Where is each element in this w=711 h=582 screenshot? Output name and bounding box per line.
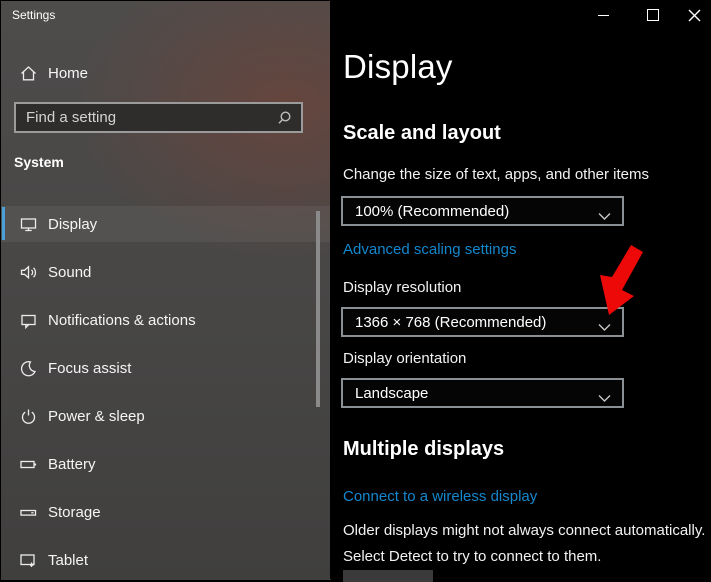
sidebar-item-sound[interactable]: Sound <box>1 254 331 290</box>
sidebar: Settings Home System Display Sound Notif… <box>0 0 331 580</box>
sidebar-item-battery[interactable]: Battery <box>1 446 331 482</box>
display-resolution-label: Display resolution <box>343 279 462 296</box>
sidebar-item-display[interactable]: Display <box>1 206 331 242</box>
older-displays-note: Older displays might not always connect … <box>343 522 706 565</box>
scale-dropdown[interactable]: 100% (Recommended) <box>341 196 624 226</box>
page-title: Display <box>343 48 453 85</box>
sidebar-item-focus-assist[interactable]: Focus assist <box>1 350 331 386</box>
focus-assist-icon <box>18 358 38 378</box>
close-button[interactable] <box>679 0 709 30</box>
scale-and-layout-heading: Scale and layout <box>343 122 501 144</box>
maximize-icon <box>647 9 659 21</box>
search-icon[interactable] <box>276 110 293 132</box>
sidebar-item-label: Sound <box>48 263 92 281</box>
sidebar-item-storage[interactable]: Storage <box>1 494 331 530</box>
connect-wireless-display-link[interactable]: Connect to a wireless display <box>343 488 537 505</box>
search-input[interactable] <box>16 104 301 131</box>
chevron-down-icon <box>598 319 611 337</box>
sidebar-item-label: Tablet <box>48 551 89 569</box>
sidebar-item-label: Storage <box>48 503 101 521</box>
main-content: Display Scale and layout Change the size… <box>330 0 711 582</box>
battery-icon <box>18 454 38 474</box>
storage-icon <box>18 502 38 522</box>
home-icon <box>18 63 38 83</box>
display-resolution-dropdown[interactable]: 1366 × 768 (Recommended) <box>341 307 624 337</box>
sidebar-item-label: Power & sleep <box>48 407 145 425</box>
display-orientation-dropdown-value: Landscape <box>355 384 429 402</box>
tablet-icon <box>18 550 38 570</box>
sidebar-item-label: Focus assist <box>48 359 132 377</box>
sidebar-item-label: Display <box>48 215 98 233</box>
search-box <box>14 102 303 133</box>
close-icon <box>688 9 700 21</box>
advanced-scaling-link[interactable]: Advanced scaling settings <box>343 241 516 258</box>
scale-dropdown-value: 100% (Recommended) <box>355 202 510 220</box>
display-orientation-dropdown[interactable]: Landscape <box>341 378 624 408</box>
power-icon <box>18 406 38 426</box>
sound-icon <box>18 262 38 282</box>
notifications-icon <box>18 310 38 330</box>
chevron-down-icon <box>598 390 611 408</box>
display-icon <box>18 214 38 234</box>
sidebar-item-home[interactable]: Home <box>1 55 331 91</box>
chevron-down-icon <box>598 208 611 226</box>
app-title: Settings <box>12 8 56 22</box>
display-orientation-label: Display orientation <box>343 350 467 367</box>
minimize-icon <box>597 15 609 16</box>
sidebar-item-notifications[interactable]: Notifications & actions <box>1 302 331 338</box>
sidebar-scrollbar[interactable] <box>316 211 320 407</box>
scale-size-label: Change the size of text, apps, and other… <box>343 166 650 183</box>
detect-button[interactable] <box>343 570 433 582</box>
multiple-displays-heading: Multiple displays <box>343 438 505 460</box>
display-resolution-dropdown-value: 1366 × 768 (Recommended) <box>355 313 547 331</box>
sidebar-item-label: Notifications & actions <box>48 311 196 329</box>
sidebar-item-label: Home <box>48 64 89 82</box>
sidebar-item-label: Battery <box>48 455 96 473</box>
sidebar-item-tablet[interactable]: Tablet <box>1 542 331 578</box>
sidebar-item-power-sleep[interactable]: Power & sleep <box>1 398 331 434</box>
maximize-button[interactable] <box>638 0 668 30</box>
minimize-button[interactable] <box>588 0 618 30</box>
section-label-system: System <box>14 154 64 170</box>
